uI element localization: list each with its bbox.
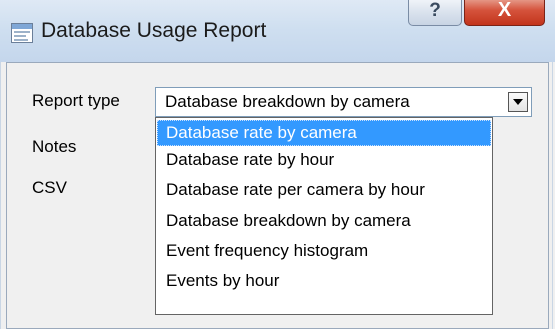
chevron-down-icon [513,99,523,105]
dropdown-item-events-by-hour[interactable]: Events by hour [157,268,491,294]
dropdown-item-database-rate-by-camera[interactable]: Database rate by camera [157,120,491,146]
notes-label: Notes [32,137,77,156]
close-button[interactable]: X [464,0,545,26]
report-app-icon [11,23,33,43]
report-type-select[interactable]: Database breakdown by camera [155,87,532,117]
report-type-value: Database breakdown by camera [165,92,410,111]
dropdown-item-event-frequency-histogram[interactable]: Event frequency histogram [157,238,491,264]
dropdown-item-database-rate-by-hour[interactable]: Database rate by hour [157,147,491,173]
close-icon: X [497,0,512,21]
help-button[interactable]: ? [408,0,462,26]
window-title: Database Usage Report [41,19,267,42]
help-icon: ? [429,0,441,21]
report-type-label: Report type [32,91,120,110]
dropdown-item-database-rate-per-camera-by-hour[interactable]: Database rate per camera by hour [157,177,491,203]
report-type-dropdown-list: Database rate by camera Database rate by… [155,117,493,315]
title-bar[interactable]: Database Usage Report ? X [0,0,555,62]
csv-label: CSV [32,178,67,197]
dialog-window: Database Usage Report ? X Report type No… [0,0,555,329]
dropdown-item-database-breakdown-by-camera[interactable]: Database breakdown by camera [157,208,491,234]
dropdown-arrow-button[interactable] [508,92,528,112]
